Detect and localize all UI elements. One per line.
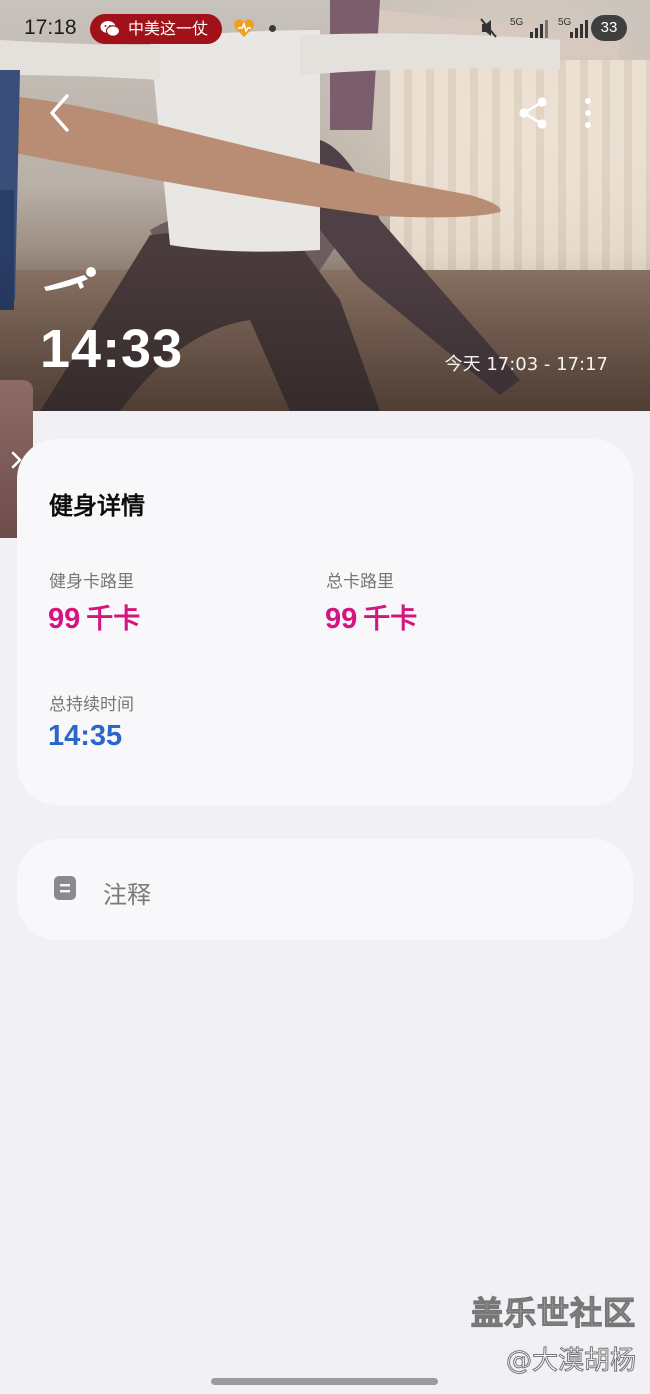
fitness-calories-number: 99 bbox=[48, 603, 81, 635]
wechat-notification-pill[interactable]: 中美这一仗 bbox=[90, 14, 222, 44]
health-heart-icon bbox=[233, 19, 255, 37]
home-indicator[interactable] bbox=[211, 1378, 438, 1385]
fitness-calories-unit: 千卡 bbox=[86, 604, 141, 635]
fitness-details-card: 健身详情 健身卡路里 99 千卡 总卡路里 99 千卡 总持续时间 14:35 bbox=[17, 439, 633, 805]
signal-icon-1 bbox=[530, 20, 548, 38]
network-label-2: 5G bbox=[558, 17, 572, 28]
share-icon[interactable] bbox=[516, 96, 550, 130]
more-options-icon[interactable] bbox=[578, 96, 598, 130]
mute-icon bbox=[480, 18, 497, 38]
total-duration-value: 14:35 bbox=[48, 720, 123, 752]
total-calories-label: 总卡路里 bbox=[326, 572, 394, 592]
details-title: 健身详情 bbox=[49, 492, 145, 520]
status-icons: 5G 5G bbox=[480, 17, 588, 38]
wechat-icon bbox=[100, 21, 120, 37]
note-icon bbox=[54, 876, 76, 900]
status-time: 17:18 bbox=[24, 16, 77, 39]
watermark-author: @大漠胡杨 bbox=[505, 1346, 636, 1377]
battery-indicator: 33 bbox=[591, 15, 627, 41]
workout-time-range: 今天 17:03 - 17:17 bbox=[444, 354, 608, 375]
push-up-icon bbox=[44, 267, 96, 291]
network-label-1: 5G bbox=[510, 17, 524, 28]
notes-card[interactable]: 注释 bbox=[17, 839, 633, 940]
watermark-title: 盖乐世社区 bbox=[470, 1293, 636, 1332]
fitness-calories-label: 健身卡路里 bbox=[49, 572, 134, 592]
fitness-calories-value: 99 千卡 bbox=[48, 597, 140, 636]
status-bar: 17:18 中美这一仗 5G 5G 33 bbox=[0, 0, 650, 56]
total-calories-value: 99 千卡 bbox=[325, 597, 417, 636]
workout-duration: 14:33 bbox=[40, 319, 184, 379]
notification-dot bbox=[269, 25, 276, 32]
total-calories-unit: 千卡 bbox=[363, 604, 418, 635]
back-button[interactable] bbox=[44, 92, 76, 134]
total-duration-label: 总持续时间 bbox=[49, 695, 134, 715]
total-calories-number: 99 bbox=[325, 603, 358, 635]
notes-label: 注释 bbox=[103, 881, 151, 909]
signal-icon-2 bbox=[570, 20, 588, 38]
notification-text: 中美这一仗 bbox=[128, 19, 209, 38]
